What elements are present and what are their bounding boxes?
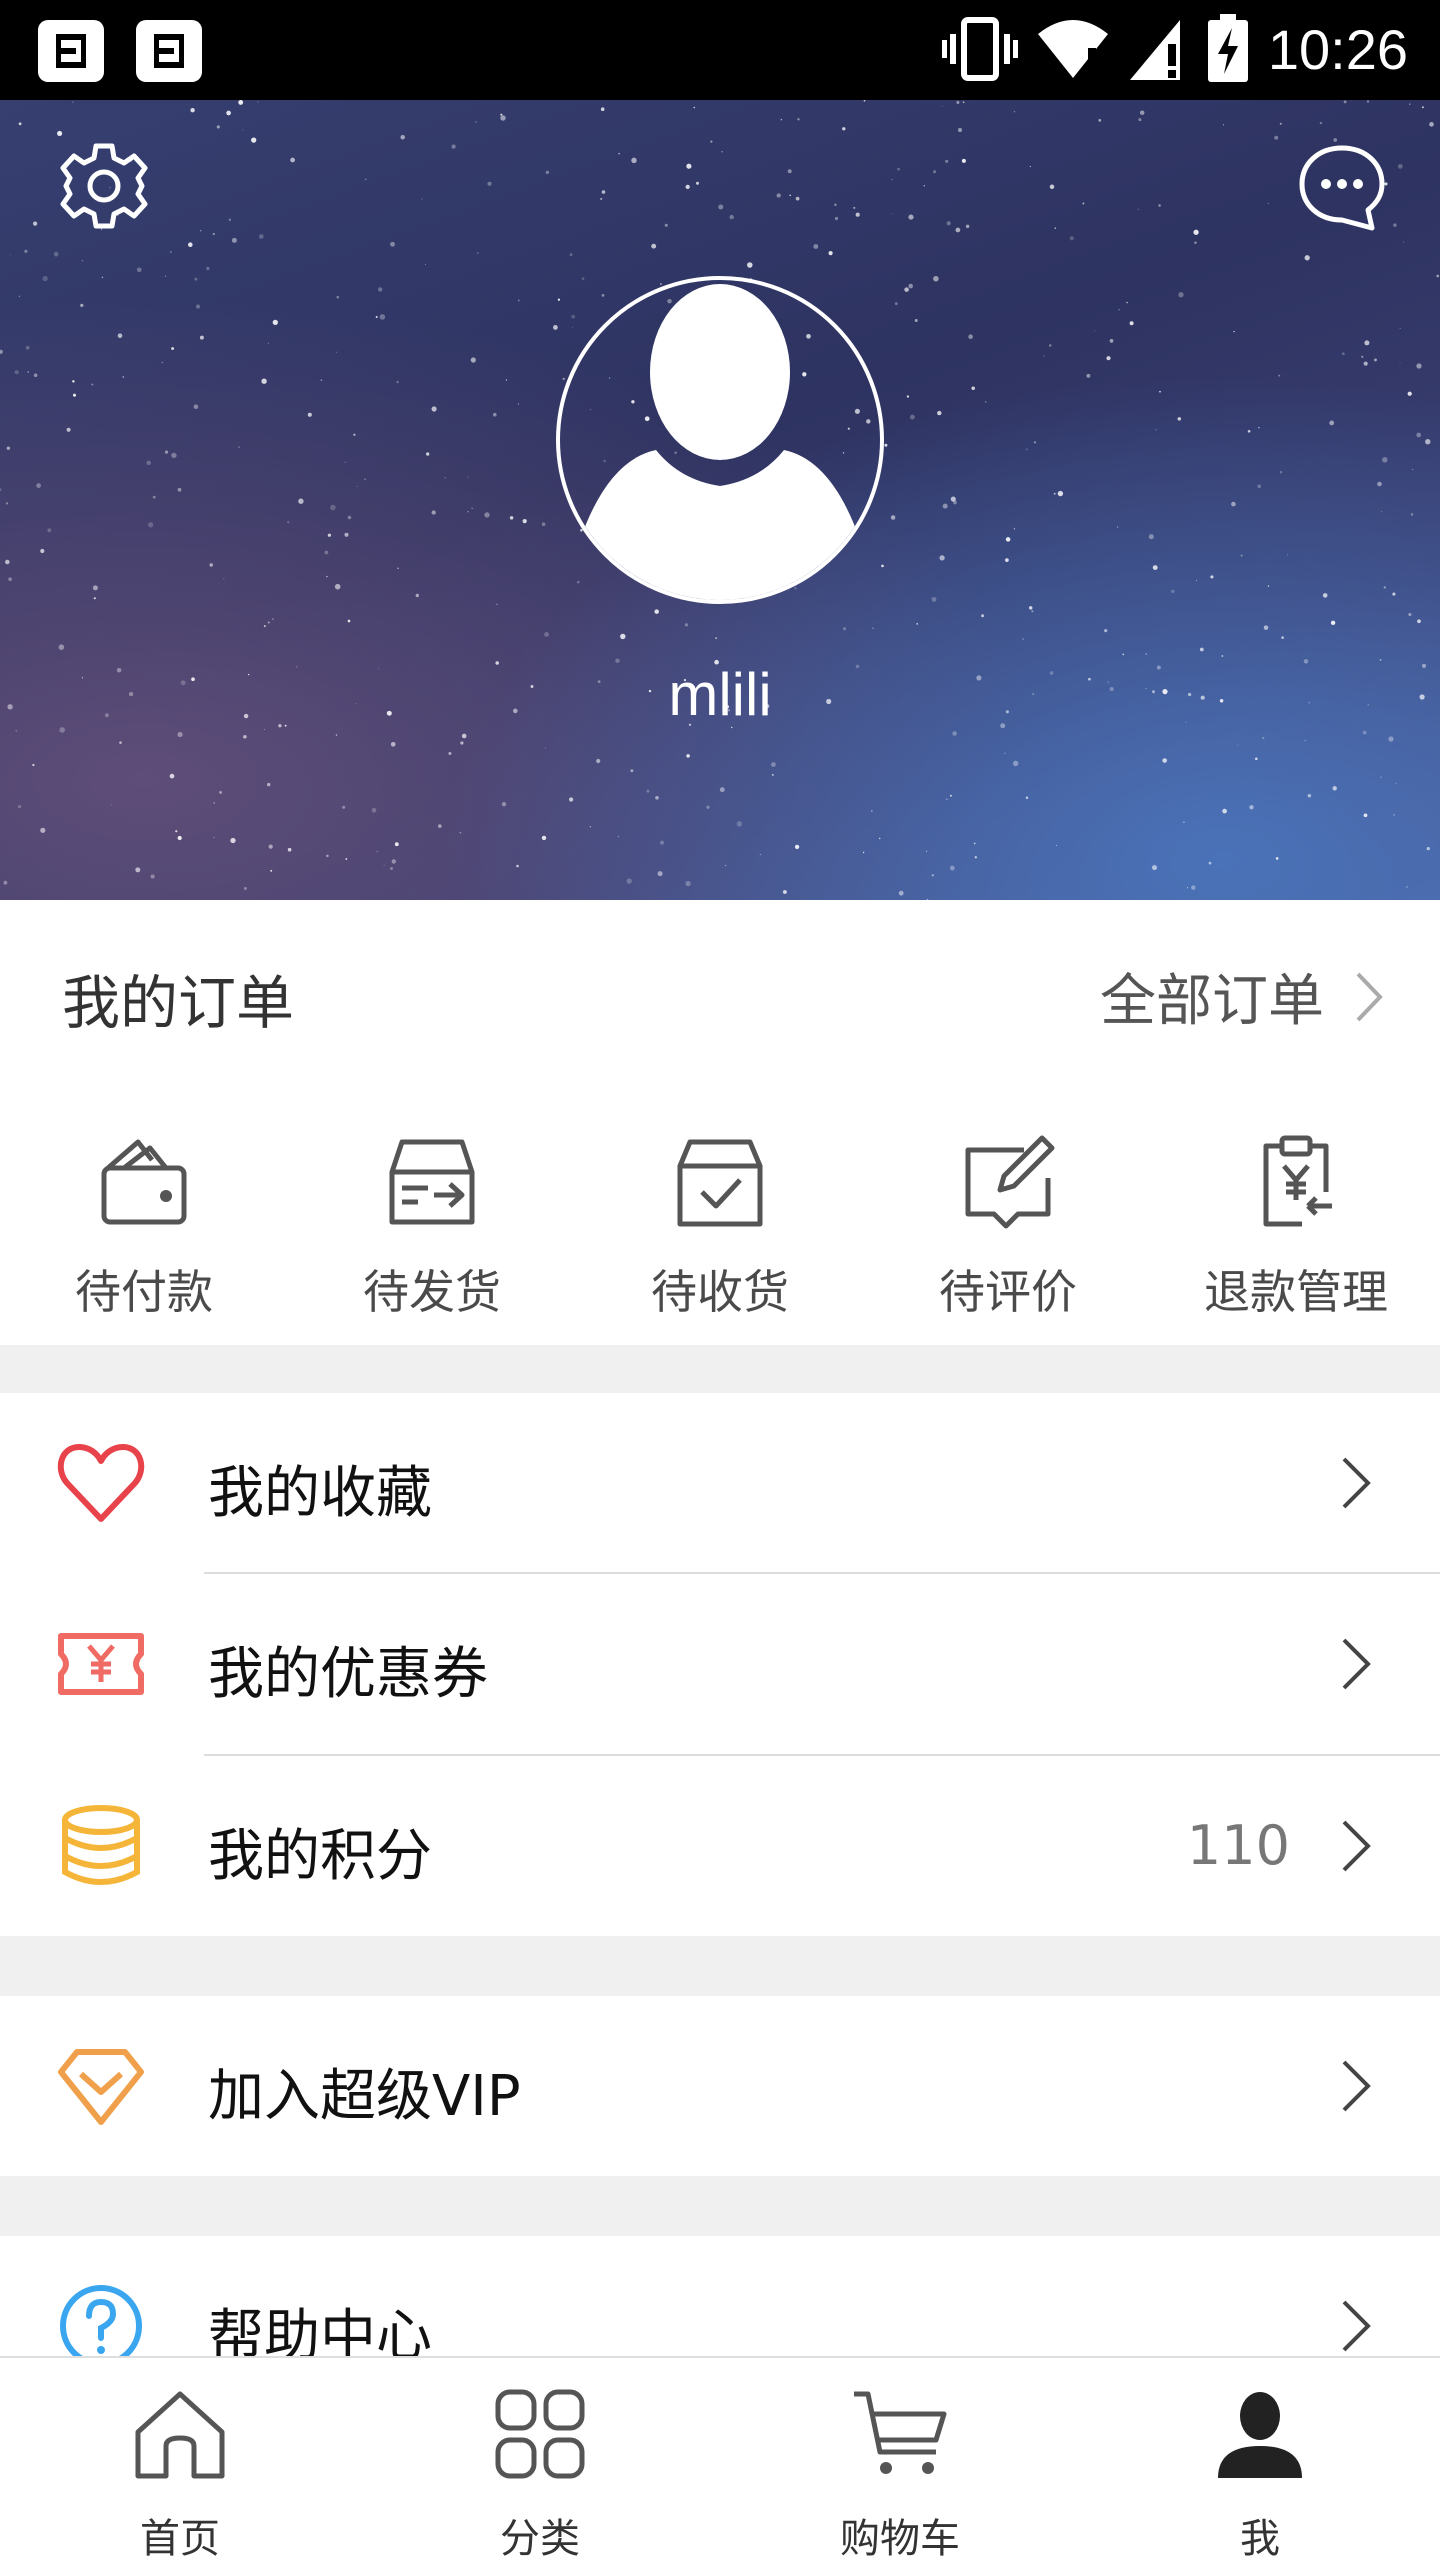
order-item-pending-receipt[interactable]: 待收货 [576,1100,864,1345]
section-separator [0,1936,1440,1996]
points-value: 110 [1186,1814,1290,1877]
wifi-icon [1037,20,1108,80]
chevron-right-icon [1356,972,1383,1021]
orders-header: 我的订单 全部订单 [0,900,1440,1080]
coupons-label: 我的优惠券 [208,1642,488,1707]
chevron-right-icon [1342,1457,1371,1509]
review-edit-icon [965,1135,1055,1229]
status-bar: 10:26 [0,0,1440,100]
points-label: 我的积分 [208,1824,432,1889]
chevron-right-icon [1342,2060,1371,2112]
nav-cart[interactable]: 购物车 [720,2358,1080,2562]
order-item-refunds[interactable]: 退款管理 [1152,1100,1440,1345]
nav-label: 我 [1240,2516,1280,2562]
profile-header: mlili [0,100,1440,900]
order-item-pending-shipment[interactable]: 待发货 [288,1100,576,1345]
diamond-icon [58,2049,144,2125]
status-indicators: 10:26 [941,14,1408,84]
wallet-icon [101,1139,187,1225]
avatar-placeholder [560,284,880,600]
status-time: 10:26 [1267,17,1408,81]
cart-icon [854,2391,947,2474]
order-label: 待发货 [363,1265,501,1319]
points-row[interactable]: 我的积分 110 [0,1756,1440,1936]
chevron-right-icon [1342,1638,1371,1690]
nav-label: 分类 [500,2516,580,2562]
signal-icon [1129,20,1180,80]
nav-me[interactable]: 我 [1080,2358,1440,2562]
chevron-right-icon [1342,2300,1371,2352]
all-orders-label: 全部订单 [1100,969,1324,1034]
section-separator [0,2176,1440,2236]
order-status-row: 待付款 待发货 待收货 待评价 退款管理 [0,1100,1440,1345]
order-label: 退款管理 [1204,1265,1388,1319]
coupons-row[interactable]: 我的优惠券 [0,1574,1440,1754]
order-item-pending-payment[interactable]: 待付款 [0,1100,288,1345]
order-label: 待收货 [651,1265,789,1319]
heart-icon [57,1444,145,1522]
status-notifications [36,18,204,84]
coupon-icon [58,1633,144,1695]
received-box-icon [677,1139,763,1227]
nav-category[interactable]: 分类 [360,2358,720,2562]
nav-label: 购物车 [840,2516,960,2562]
nav-label: 首页 [140,2516,220,2562]
order-label: 待付款 [75,1265,213,1319]
person-icon [1218,2392,1302,2478]
username: mlili [668,661,772,728]
order-item-pending-review[interactable]: 待评价 [864,1100,1152,1345]
shipping-box-icon [389,1139,475,1225]
bottom-nav: 首页 分类 购物车 我 [0,2356,1440,2562]
section-separator [0,1345,1440,1393]
screenshot-icon [136,20,202,82]
order-label: 待评价 [939,1265,1077,1319]
grid-icon [495,2389,585,2479]
screenshot-icon [38,20,104,82]
coins-icon [62,1805,140,1885]
favorites-row[interactable]: 我的收藏 [0,1393,1440,1573]
vibrate-icon [941,17,1018,81]
message-icon[interactable] [1294,140,1390,236]
vip-label: 加入超级VIP [208,2064,521,2129]
nav-home[interactable]: 首页 [0,2358,360,2562]
avatar[interactable] [556,276,884,604]
vip-row[interactable]: 加入超级VIP [0,1996,1440,2176]
favorites-label: 我的收藏 [208,1461,432,1526]
refund-clipboard-icon [1263,1135,1332,1227]
all-orders-link[interactable]: 全部订单 [1100,956,1384,1037]
home-icon [135,2391,225,2479]
chevron-right-icon [1342,1820,1371,1872]
orders-title: 我的订单 [62,969,295,1037]
gear-icon[interactable] [56,138,152,234]
battery-charging-icon [1207,14,1248,82]
